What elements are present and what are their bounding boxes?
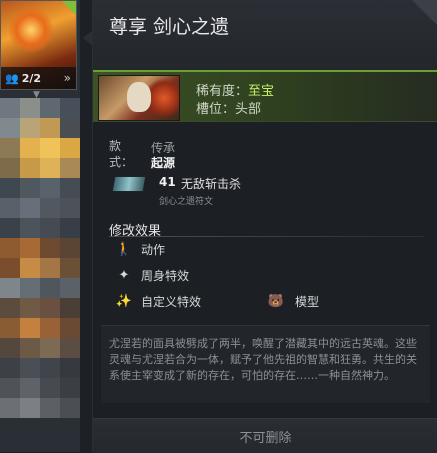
- people-icon: 👥: [5, 71, 19, 85]
- gem-name: 无敌斩击杀: [181, 177, 242, 191]
- modifier-model: 🐻 模型: [265, 293, 319, 310]
- item-image: [98, 75, 180, 121]
- double-chevron-right-icon[interactable]: »: [64, 71, 71, 85]
- magic-wand-icon: ✨: [115, 293, 133, 309]
- rarity-line: 稀有度：至宝: [196, 80, 274, 99]
- bear-icon: 🐻: [267, 293, 285, 309]
- slot-label: 槽位：: [196, 102, 236, 117]
- modifier-label: 自定义特效: [141, 295, 202, 309]
- left-rail: 👥 2/2 » ▼: [0, 0, 80, 452]
- style-option-origin[interactable]: 起源: [151, 154, 175, 171]
- modifier-animation: 🚶 动作: [115, 241, 165, 258]
- hero-set-count: 2/2: [21, 71, 42, 85]
- modifier-label: 动作: [141, 243, 166, 257]
- gem-subtitle: 剑心之遗符文: [159, 197, 214, 207]
- section-divider: [109, 236, 425, 237]
- sparkle-icon: ✦: [118, 267, 130, 283]
- item-image-mask: [127, 82, 151, 112]
- style-label: 款式：: [109, 139, 134, 169]
- lore-box: 尤涅若的面具被劈成了两半，唤醒了潜藏其中的远古英魂。这些灵魂与尤涅若合为一体，赋…: [101, 325, 430, 403]
- tooltip-pointer: [83, 30, 93, 46]
- cannot-delete-label: 不可删除: [239, 430, 292, 446]
- gem-count: 41: [159, 175, 176, 189]
- item-title: 尊享 剑心之遗: [109, 16, 230, 38]
- tooltip-header: 尊享 剑心之遗: [83, 0, 437, 70]
- hero-card-corner: [62, 1, 76, 15]
- modifier-ambient-effect: ✦ 周身特效: [115, 267, 189, 284]
- rarity-value: 至宝: [248, 84, 275, 99]
- gem-icon: [111, 176, 147, 192]
- hero-card-bar: 👥 2/2 »: [1, 67, 76, 89]
- item-image-hair: [149, 78, 179, 118]
- header-corner: [412, 0, 437, 26]
- modifier-label: 周身特效: [141, 269, 190, 283]
- slot-value: 头部: [235, 102, 262, 117]
- rarity-label: 稀有度：: [196, 84, 249, 99]
- hero-portrait-icon: [9, 7, 53, 53]
- modifier-custom-effect: ✨ 自定义特效: [115, 293, 201, 310]
- item-tooltip: 尊享 剑心之遗 稀有度：至宝 槽位：头部 款式： 传承 起源 41 无敌斩击杀 …: [83, 0, 437, 453]
- modifier-label: 模型: [295, 295, 320, 309]
- blurred-item-grid: [0, 98, 80, 452]
- cannot-delete-bar: 不可删除: [93, 418, 437, 453]
- lore-text: 尤涅若的面具被劈成了两半，唤醒了潜藏其中的远古英魂。这些灵魂与尤涅若合为一体，赋…: [109, 337, 417, 382]
- hero-card[interactable]: 👥 2/2 »: [0, 0, 77, 90]
- running-figure-icon: 🚶: [115, 241, 133, 257]
- rarity-band: 稀有度：至宝 槽位：头部: [93, 70, 437, 122]
- slot-line: 槽位：头部: [196, 98, 261, 117]
